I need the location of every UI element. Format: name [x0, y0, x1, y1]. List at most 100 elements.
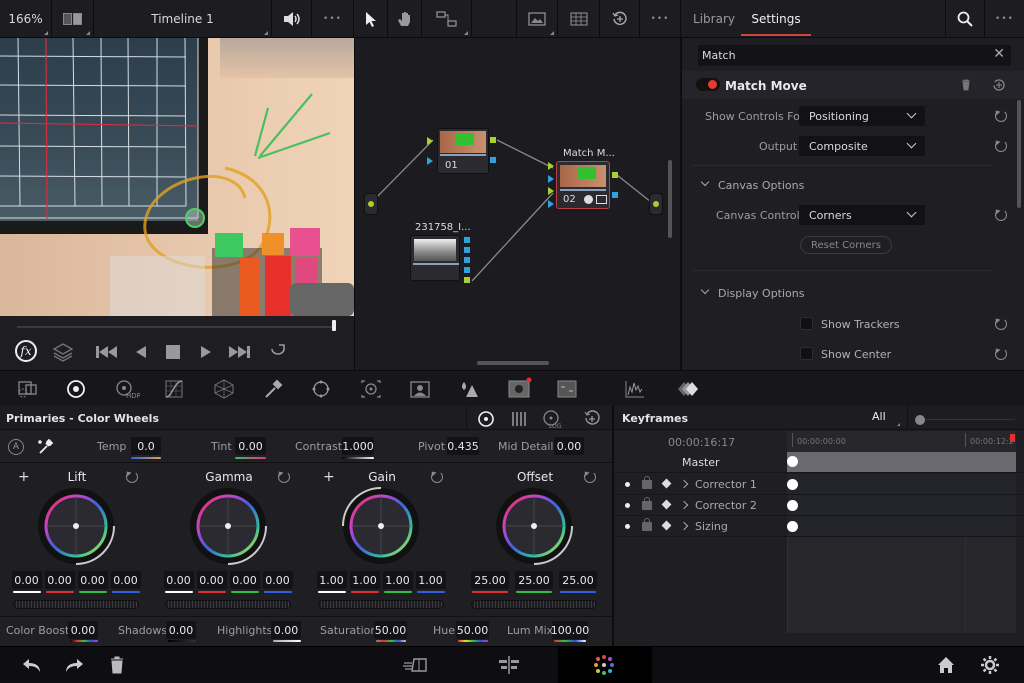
lock-icon[interactable] — [642, 501, 652, 510]
edit-page-icon[interactable] — [497, 655, 521, 675]
magic-mask-icon[interactable] — [408, 379, 432, 399]
track-row[interactable]: Corrector 1 — [614, 474, 1024, 495]
video-viewer[interactable] — [0, 38, 354, 316]
stop-icon[interactable] — [166, 345, 180, 359]
node-02[interactable]: 02 — [556, 161, 610, 209]
show-controls-dropdown[interactable]: Positioning — [799, 106, 925, 126]
wheel-value-field[interactable]: 25.00 — [471, 571, 509, 589]
settings-more-button[interactable]: ••• — [985, 0, 1024, 38]
node-02-input-2[interactable] — [548, 187, 554, 195]
lum-mix-field[interactable]: 100.00 — [551, 621, 589, 639]
lut-browser-button[interactable] — [558, 0, 600, 38]
home-icon[interactable] — [937, 656, 955, 674]
node-layout-button[interactable] — [422, 0, 472, 38]
keyframe-marker[interactable] — [787, 479, 798, 490]
zoom-slider[interactable] — [920, 419, 1015, 420]
saturation-field[interactable]: 50.00 — [374, 621, 407, 639]
stills-icon[interactable] — [672, 379, 698, 399]
lock-icon[interactable] — [642, 522, 652, 531]
search-button[interactable] — [945, 0, 985, 38]
wheel-value-field[interactable]: 0.00 — [11, 571, 42, 589]
reset-icon[interactable] — [995, 209, 1007, 221]
color-wheel[interactable] — [0, 406, 152, 576]
chevron-right-icon[interactable] — [679, 500, 689, 510]
cut-page-icon[interactable] — [402, 657, 428, 673]
matte-output-1[interactable] — [464, 237, 470, 243]
color-warper-icon[interactable] — [213, 379, 235, 399]
settings-scrollbar[interactable] — [1017, 100, 1021, 208]
scrubber-track[interactable] — [17, 326, 335, 328]
wheel-value-field[interactable]: 0.00 — [44, 571, 75, 589]
keyframe-marker[interactable] — [787, 521, 798, 532]
scopes-icon[interactable] — [624, 379, 646, 399]
hdr-wheels-icon[interactable]: HDR — [114, 379, 140, 399]
reset-icon[interactable] — [995, 318, 1007, 330]
master-wheel-slider[interactable] — [165, 600, 291, 609]
color-wheel[interactable] — [305, 406, 457, 576]
play-reverse-icon[interactable] — [134, 344, 148, 360]
color-wheels-icon[interactable] — [66, 379, 86, 399]
node-01-output[interactable] — [490, 137, 496, 143]
keyframe-diamond-icon[interactable] — [661, 499, 672, 510]
master-wheel-slider[interactable] — [471, 600, 597, 609]
output-dropdown[interactable]: Composite — [799, 136, 925, 156]
reset-icon[interactable] — [995, 140, 1007, 152]
track-row[interactable]: Sizing — [614, 516, 1024, 537]
node-external-matte[interactable] — [410, 235, 460, 281]
play-icon[interactable] — [199, 344, 213, 360]
wheel-value-field[interactable]: 1.00 — [415, 571, 446, 589]
show-center-checkbox[interactable] — [800, 347, 813, 360]
effect-enable-toggle[interactable] — [696, 78, 720, 91]
tab-settings[interactable]: Settings — [741, 0, 811, 38]
node-02-key-input[interactable] — [548, 175, 554, 183]
camera-raw-icon[interactable] — [16, 379, 40, 399]
key-icon[interactable] — [507, 377, 533, 399]
graph-input[interactable] — [364, 193, 378, 215]
node-01-key-output[interactable] — [490, 157, 496, 163]
node-01-key-input[interactable] — [427, 157, 433, 165]
chevron-right-icon[interactable] — [679, 521, 689, 531]
wheel-value-field[interactable]: 1.00 — [382, 571, 413, 589]
master-wheel-slider[interactable] — [13, 600, 139, 609]
track-row-master[interactable]: Master — [614, 452, 1024, 473]
hue-field[interactable]: 50.00 — [456, 621, 489, 639]
color-boost-field[interactable]: 0.00 — [68, 621, 98, 639]
graph-output[interactable] — [649, 193, 663, 215]
reset-icon[interactable] — [995, 348, 1007, 360]
window-icon[interactable] — [310, 379, 332, 399]
track-dot-icon[interactable] — [625, 482, 630, 487]
matte-output-3[interactable] — [464, 257, 470, 263]
canvas-controls-dropdown[interactable]: Corners — [799, 205, 925, 225]
node-horizontal-scrollbar[interactable] — [477, 361, 549, 365]
shadows-field[interactable]: 0.00 — [166, 621, 196, 639]
node-02-key-input-2[interactable] — [548, 200, 554, 208]
playhead-marker[interactable] — [1010, 434, 1015, 442]
wheel-value-field[interactable]: 0.00 — [77, 571, 108, 589]
wheel-value-field[interactable]: 1.00 — [349, 571, 380, 589]
settings-gear-icon[interactable] — [980, 655, 1000, 675]
viewer-layout-button[interactable] — [52, 0, 94, 38]
viewer-more-button[interactable]: ••• — [312, 0, 354, 38]
track-row[interactable]: Corrector 2 — [614, 495, 1024, 516]
layers-icon[interactable] — [52, 342, 74, 362]
zoom-slider-handle[interactable] — [915, 415, 925, 425]
color-wheel[interactable] — [152, 406, 304, 576]
sizing-icon[interactable] — [556, 379, 578, 399]
wheel-value-field[interactable]: 25.00 — [515, 571, 553, 589]
keyframe-diamond-icon[interactable] — [661, 478, 672, 489]
tracker-icon[interactable] — [360, 379, 382, 399]
keyframe-marker[interactable] — [787, 500, 798, 511]
wheel-value-field[interactable]: 0.00 — [229, 571, 260, 589]
reset-effect-icon[interactable] — [992, 78, 1006, 92]
delete-icon[interactable] — [110, 656, 124, 674]
matte-output-rgb[interactable] — [464, 277, 470, 283]
skip-to-start-icon[interactable] — [95, 344, 119, 360]
blur-icon[interactable] — [458, 379, 480, 399]
node-01[interactable]: 01 — [437, 128, 489, 174]
track-dot-icon[interactable] — [625, 524, 630, 529]
hand-tool-button[interactable] — [388, 0, 422, 38]
master-wheel-slider[interactable] — [318, 600, 444, 609]
matte-output-4[interactable] — [464, 267, 470, 273]
lock-icon[interactable] — [642, 480, 652, 489]
curves-icon[interactable] — [164, 379, 184, 399]
